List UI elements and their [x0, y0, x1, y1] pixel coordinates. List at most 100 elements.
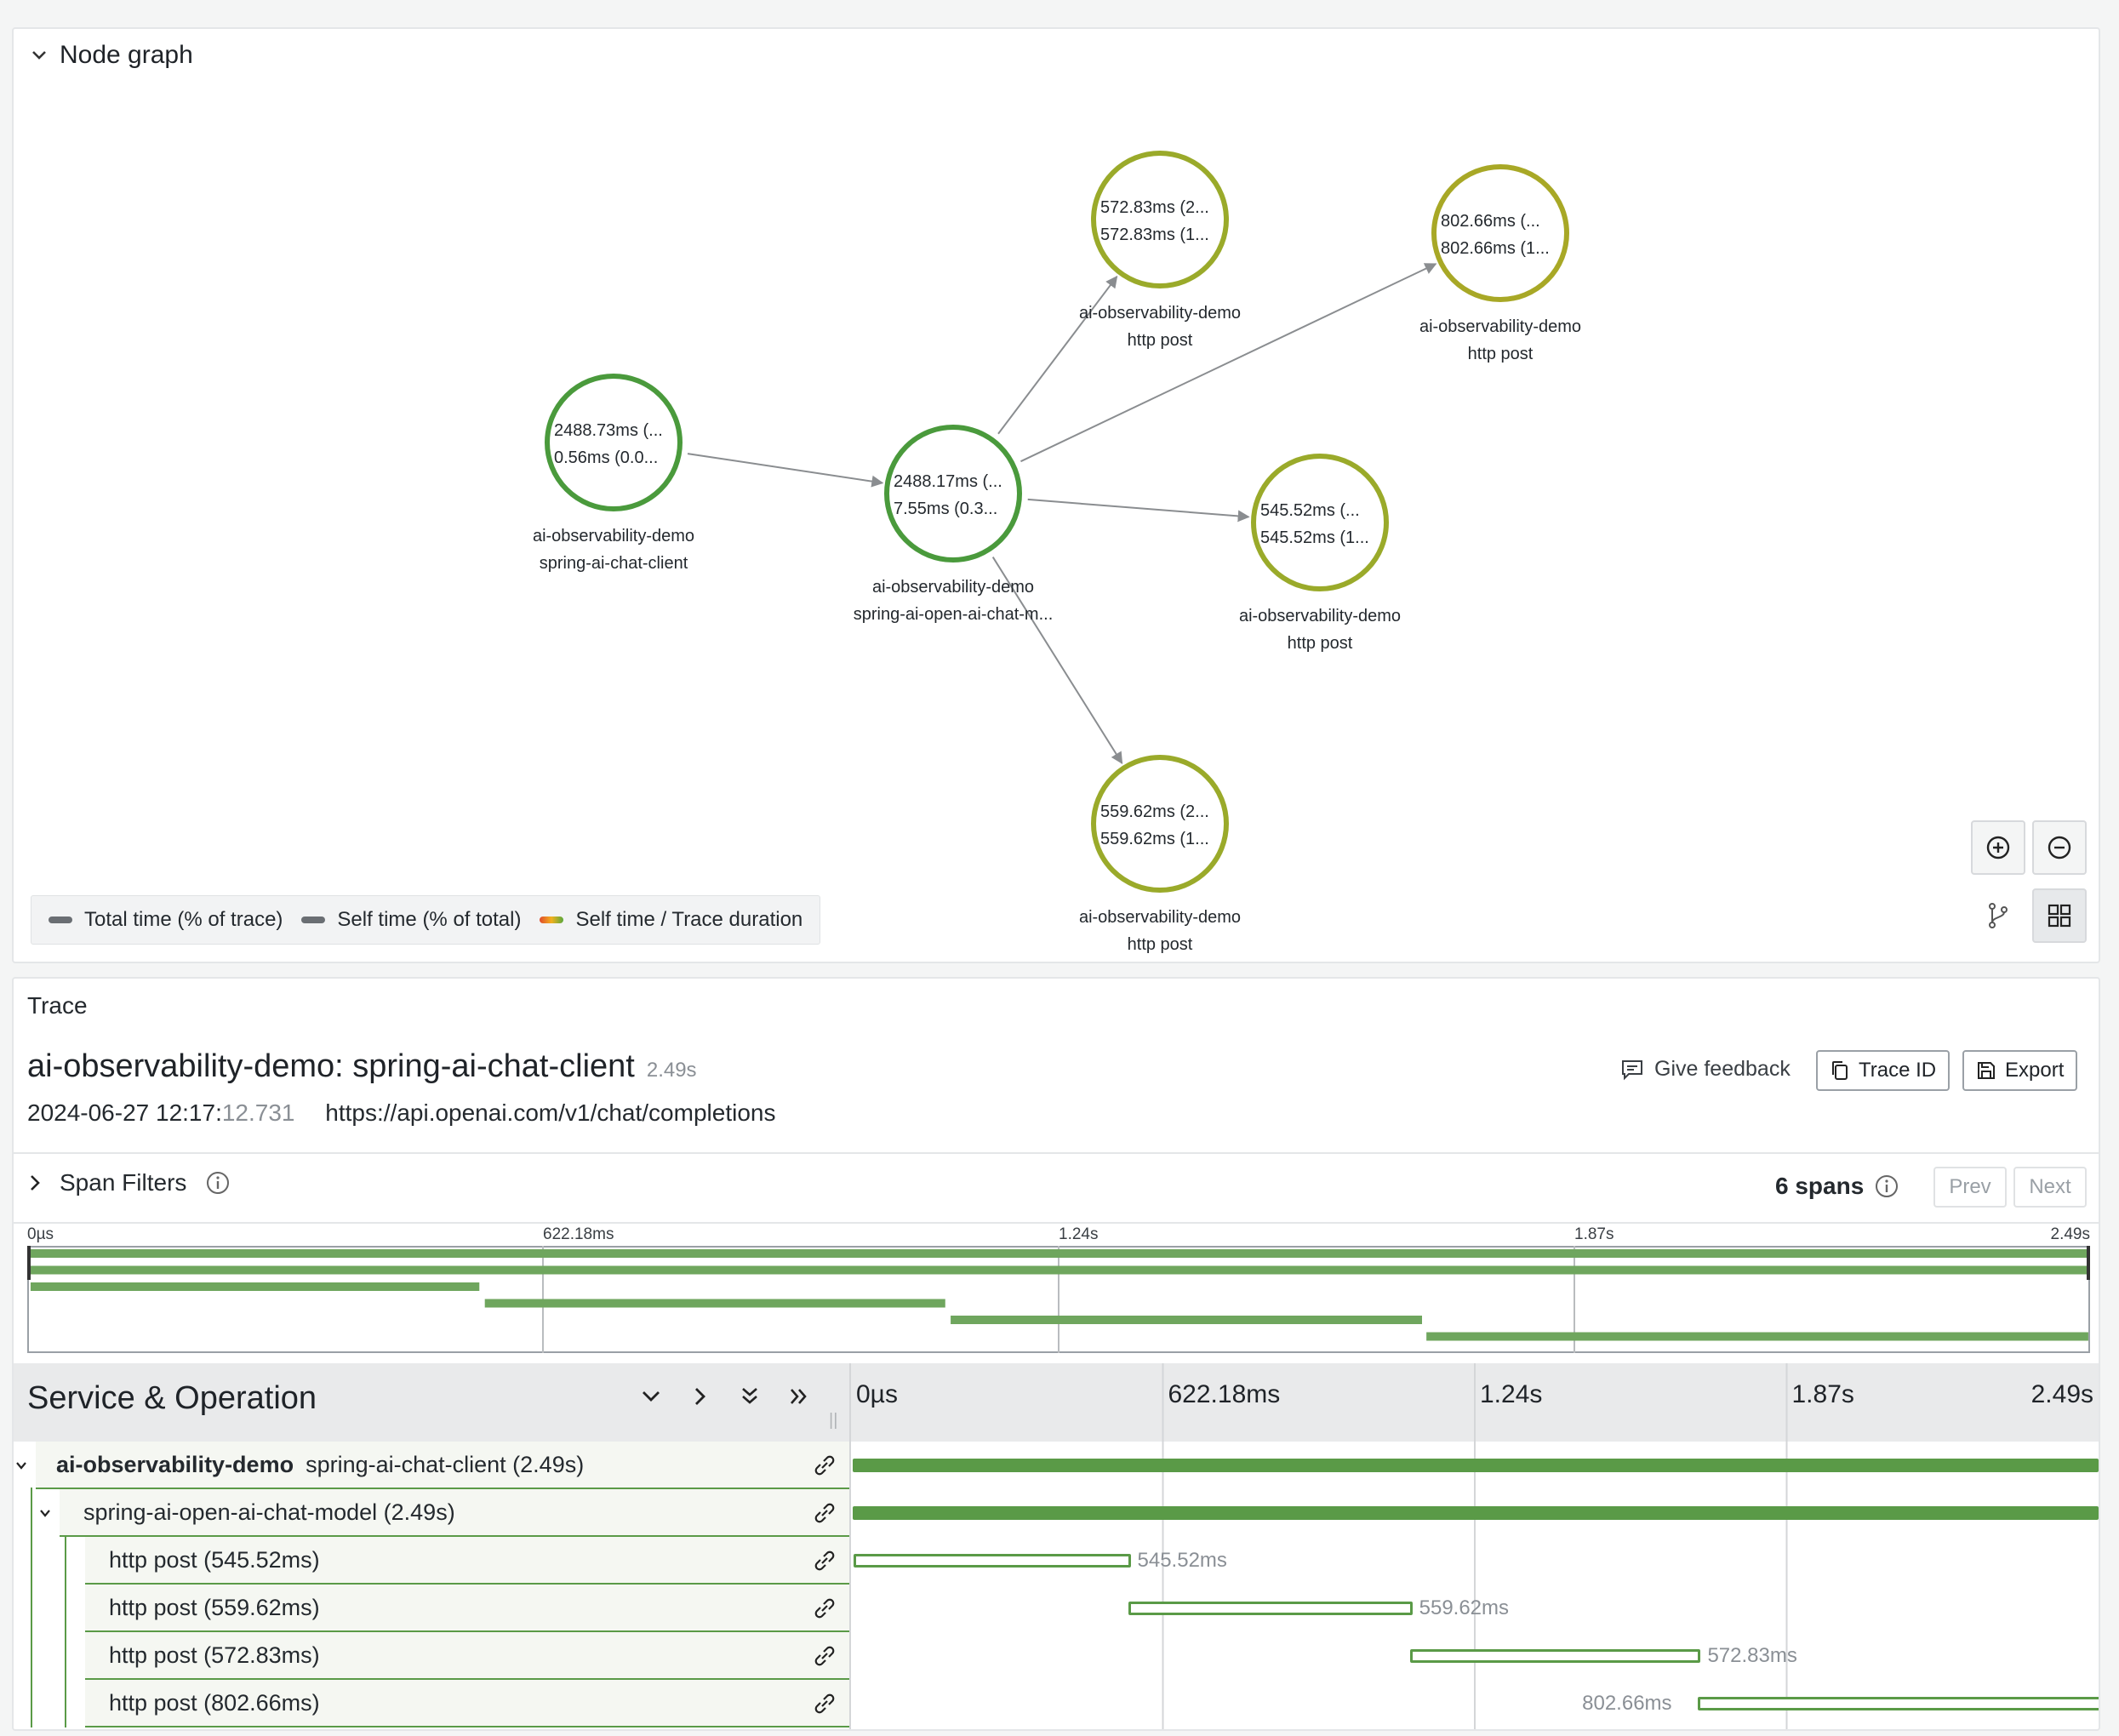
zoom-in-button[interactable]: [1971, 820, 2025, 875]
link-icon[interactable]: [812, 1453, 837, 1477]
tree-line: [65, 1535, 66, 1585]
edge-client-model[interactable]: [687, 453, 884, 488]
give-feedback-link[interactable]: Give feedback: [1620, 1057, 1791, 1082]
zoom-out-button[interactable]: [2032, 820, 2087, 875]
span-service-name: ai-observability-demo: [56, 1451, 294, 1477]
span-label-cell[interactable]: ai-observability-demo spring-ai-chat-clie…: [36, 1442, 849, 1489]
legend-ratio: Self time / Trace duration: [540, 908, 802, 932]
graph-node-post802[interactable]: 802.66ms (... 802.66ms (1... ai-observabil…: [1419, 164, 1581, 363]
trace-id-button[interactable]: Trace ID: [1816, 1050, 1951, 1091]
span-row[interactable]: ai-observability-demo spring-ai-chat-clie…: [14, 1442, 2099, 1489]
minimap-tick-label: 622.18ms: [543, 1225, 614, 1243]
span-label-cell[interactable]: http post (545.52ms): [85, 1537, 849, 1585]
node-operation-label: spring-ai-chat-client: [540, 554, 688, 573]
tree-line: [65, 1583, 66, 1632]
graph-node-post559[interactable]: 559.62ms (2... 559.62ms (1... ai-observabi…: [1079, 755, 1241, 954]
graph-node-post572[interactable]: 572.83ms (2... 572.83ms (1... ai-observabi…: [1079, 151, 1241, 350]
node-self-time: 545.52ms (1...: [1260, 528, 1369, 547]
trace-panel: Trace ai-observability-demo: spring-ai-c…: [12, 977, 2100, 1731]
span-bar[interactable]: [1128, 1602, 1413, 1615]
link-icon[interactable]: [812, 1501, 837, 1525]
span-bar[interactable]: [853, 1506, 2099, 1520]
export-button[interactable]: Export: [1962, 1050, 2078, 1091]
node-self-time: 802.66ms (1...: [1441, 239, 1550, 258]
span-row[interactable]: http post (572.83ms) 572.83ms: [14, 1630, 2099, 1680]
minimap-span-bar: [1426, 1332, 2088, 1341]
info-icon[interactable]: [1874, 1174, 1899, 1199]
node-total-time: 2488.73ms (...: [554, 421, 663, 440]
chevron-down-icon[interactable]: [39, 1509, 51, 1517]
span-operation-name: spring-ai-open-ai-chat-model (2.49s): [83, 1499, 455, 1525]
link-icon[interactable]: [812, 1549, 837, 1573]
node-service-label: ai-observability-demo: [533, 527, 694, 545]
legend-ratio-label: Self time / Trace duration: [575, 908, 803, 931]
minimap-handle-left[interactable]: [27, 1246, 31, 1280]
spans-count: 6 spans: [1775, 1173, 1899, 1200]
span-bar-duration: 802.66ms: [1582, 1692, 1672, 1715]
span-operation-name: http post (572.83ms): [109, 1642, 320, 1668]
layout-graph-button[interactable]: [1971, 888, 2025, 943]
legend-self-time: Self time (% of total): [301, 908, 521, 932]
node-service-label: ai-observability-demo: [1079, 304, 1241, 323]
node-graph-canvas[interactable]: 2488.73ms (... 0.56ms (0.0... ai-observabi…: [14, 29, 2102, 965]
edge-model-post545[interactable]: [1027, 498, 1250, 523]
node-self-time: 572.83ms (1...: [1100, 226, 1209, 244]
info-icon[interactable]: [205, 1170, 231, 1196]
node-operation-label: http post: [1288, 634, 1353, 653]
layout-grid-button[interactable]: [2032, 888, 2087, 943]
node-total-time: 802.66ms (...: [1441, 212, 1540, 231]
span-bar[interactable]: [1698, 1697, 2099, 1710]
node-graph-panel: Node graph 2488.73ms (... 0.56ms (0.0... a…: [12, 27, 2100, 963]
edge-model-post572[interactable]: [997, 275, 1118, 435]
zoom-in-icon: [1986, 836, 2010, 859]
node-service-label: ai-observability-demo: [872, 578, 1034, 597]
node-operation-label: http post: [1128, 331, 1193, 350]
span-bar-duration: 572.83ms: [1707, 1644, 1797, 1667]
span-label-cell[interactable]: http post (802.66ms): [85, 1680, 849, 1727]
node-service-label: ai-observability-demo: [1239, 607, 1401, 625]
link-icon[interactable]: [812, 1644, 837, 1668]
next-button[interactable]: Next: [2013, 1167, 2087, 1208]
minimap-tick-label: 1.87s: [1574, 1225, 1614, 1243]
legend-ratio-swatch: [540, 917, 564, 923]
node-total-time: 559.62ms (2...: [1100, 802, 1209, 821]
node-total-time: 545.52ms (...: [1260, 501, 1360, 520]
link-icon[interactable]: [812, 1596, 837, 1620]
graph-node-post545[interactable]: 545.52ms (... 545.52ms (1... ai-observabil…: [1239, 454, 1401, 653]
minimap-span-bar: [30, 1282, 480, 1291]
node-self-time: 7.55ms (0.3...: [894, 500, 997, 518]
zoom-out-icon: [2048, 836, 2071, 859]
grid-icon: [2048, 904, 2071, 928]
span-label-cell[interactable]: spring-ai-open-ai-chat-model (2.49s): [60, 1489, 849, 1537]
minimap-handle-right[interactable]: [2087, 1246, 2090, 1280]
span-bar[interactable]: [1410, 1649, 1701, 1663]
graph-node-client[interactable]: 2488.73ms (... 0.56ms (0.0... ai-observabi…: [533, 374, 694, 573]
give-feedback-label: Give feedback: [1654, 1057, 1791, 1081]
trace-minimap[interactable]: [27, 1246, 2090, 1353]
graph-node-model[interactable]: 2488.17ms (... 7.55ms (0.3... ai-observabi…: [854, 425, 1054, 624]
prev-button[interactable]: Prev: [1933, 1167, 2007, 1208]
span-row[interactable]: http post (545.52ms) 545.52ms: [14, 1535, 2099, 1585]
node-total-time: 2488.17ms (...: [894, 472, 1002, 491]
minimap-tick-label: 0µs: [27, 1225, 54, 1243]
span-filters-label: Span Filters: [60, 1169, 187, 1196]
span-row[interactable]: spring-ai-open-ai-chat-model (2.49s): [14, 1488, 2099, 1537]
span-bar[interactable]: [854, 1554, 1131, 1568]
span-bar[interactable]: [853, 1459, 2099, 1472]
trace-meta: 2024-06-27 12:17:12.731 https://api.open…: [27, 1099, 775, 1127]
chevron-down-icon[interactable]: [15, 1461, 27, 1470]
trace-name: ai-observability-demo: spring-ai-chat-cl…: [27, 1048, 697, 1085]
link-icon[interactable]: [812, 1692, 837, 1716]
minimap-span-bar: [951, 1316, 1423, 1324]
minimap-span-bar: [29, 1265, 2089, 1275]
span-row[interactable]: http post (559.62ms) 559.62ms: [14, 1583, 2099, 1632]
tree-line: [31, 1535, 32, 1585]
span-bar-duration: 545.52ms: [1137, 1549, 1227, 1572]
span-label-cell[interactable]: http post (572.83ms): [85, 1632, 849, 1680]
trace-timestamp: 2024-06-27 12:17:: [27, 1099, 222, 1126]
span-filters-toggle[interactable]: Span Filters: [29, 1169, 231, 1196]
span-label-cell[interactable]: http post (559.62ms): [85, 1585, 849, 1632]
edge-model-post802[interactable]: [1020, 263, 1437, 463]
node-total-time: 572.83ms (2...: [1100, 198, 1209, 217]
span-row[interactable]: http post (802.66ms) 802.66ms: [14, 1678, 2099, 1727]
